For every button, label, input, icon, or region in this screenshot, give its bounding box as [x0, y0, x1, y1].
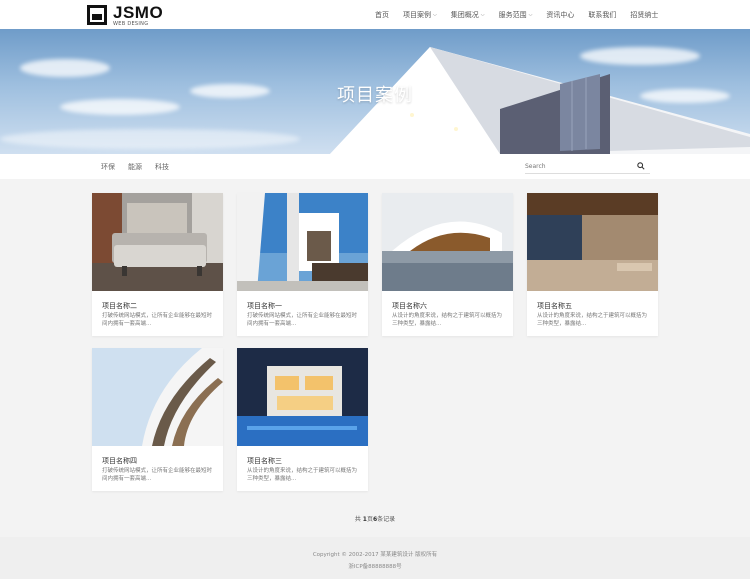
filter-env[interactable]: 环保 [101, 162, 115, 172]
nav-item-group[interactable]: 集团概况 ⌵ [444, 0, 492, 29]
copyright-text: Copyright © 2002-2017 某某建筑设计 版权所有 [312, 552, 438, 558]
search-input[interactable] [525, 163, 625, 170]
project-card[interactable]: 项目名称四 打破传统网站模式，让所有企业能够在最短时间内拥有一套高端... [92, 348, 223, 491]
project-card[interactable]: 项目名称五 从设计的角度来说，结构之于建筑可以概括为三种类型，暴露结... [527, 193, 658, 336]
project-desc: 打破传统网站模式，让所有企业能够在最短时间内拥有一套高端... [102, 468, 213, 482]
logo-title: JSMO [113, 2, 164, 22]
project-title[interactable]: 项目名称四 [102, 456, 137, 466]
project-title[interactable]: 项目名称五 [537, 301, 572, 311]
project-title[interactable]: 项目名称一 [247, 301, 282, 311]
project-card[interactable]: 项目名称一 打破传统网站模式，让所有企业能够在最短时间内拥有一套高端... [237, 193, 368, 336]
nav-item-news[interactable]: 资讯中心 [539, 0, 581, 29]
project-image[interactable] [527, 193, 658, 291]
chevron-down-icon: ⌵ [433, 11, 437, 18]
logo[interactable]: JSMO WEB DESING [87, 4, 163, 26]
project-card[interactable]: 项目名称六 从设计的角度来说，结构之于建筑可以概括为三种类型，暴露结... [382, 193, 513, 336]
project-desc: 从设计的角度来说，结构之于建筑可以概括为三种类型，暴露结... [537, 313, 648, 327]
project-card[interactable]: 项目名称二 打破传统网站模式，让所有企业能够在最短时间内拥有一套高端... [92, 193, 223, 336]
project-desc: 从设计的角度来说，结构之于建筑可以概括为三种类型，暴露结... [247, 468, 358, 482]
project-image[interactable] [237, 193, 368, 291]
nav-item-projects[interactable]: 项目案例 ⌵ [396, 0, 444, 29]
project-desc: 打破传统网站模式，让所有企业能够在最短时间内拥有一套高端... [102, 313, 213, 327]
main-nav: 首页 项目案例 ⌵ 集团概况 ⌵ 服务范围 ⌵ 资讯中心 联系我们 招贤纳士 [368, 0, 665, 29]
project-image[interactable] [92, 193, 223, 291]
chevron-down-icon: ⌵ [528, 11, 533, 18]
project-desc: 打破传统网站模式，让所有企业能够在最短时间内拥有一套高端... [247, 313, 358, 327]
project-image[interactable] [382, 193, 513, 291]
logo-mark-icon [87, 5, 107, 25]
nav-item-services[interactable]: 服务范围 ⌵ [492, 0, 540, 29]
project-title[interactable]: 项目名称二 [102, 301, 137, 311]
site-header: JSMO WEB DESING 首页 项目案例 ⌵ 集团概况 ⌵ 服务范围 ⌵ 资讯中… [0, 0, 750, 29]
project-image[interactable] [237, 348, 368, 446]
filter-bar: 环保 能源 科技 [0, 154, 750, 179]
nav-item-home[interactable]: 首页 [368, 0, 396, 29]
filter-tech[interactable]: 科技 [155, 162, 169, 172]
nav-item-contact[interactable]: 联系我们 [581, 0, 623, 29]
nav-item-careers[interactable]: 招贤纳士 [623, 0, 665, 29]
project-title[interactable]: 项目名称三 [247, 456, 282, 466]
banner-title: 项目案例 [337, 85, 413, 106]
search-icon[interactable] [637, 162, 645, 170]
site-footer: Copyright © 2002-2017 某某建筑设计 版权所有 浙ICP备8… [0, 537, 750, 579]
logo-tagline: WEB DESING [113, 20, 149, 27]
search-box [525, 160, 650, 174]
icp-link[interactable]: 浙ICP备88888888号 [0, 562, 750, 570]
project-card[interactable]: 项目名称三 从设计的角度来说，结构之于建筑可以概括为三种类型，暴露结... [237, 348, 368, 491]
filter-energy[interactable]: 能源 [128, 162, 142, 172]
chevron-down-icon: ⌵ [480, 11, 485, 18]
hero-banner: 项目案例 [0, 29, 750, 154]
project-desc: 从设计的角度来说，结构之于建筑可以概括为三种类型，暴露结... [392, 313, 503, 327]
project-image[interactable] [92, 348, 223, 446]
pagination-summary: 共 1页6条记录 [354, 516, 396, 523]
project-title[interactable]: 项目名称六 [392, 301, 427, 311]
